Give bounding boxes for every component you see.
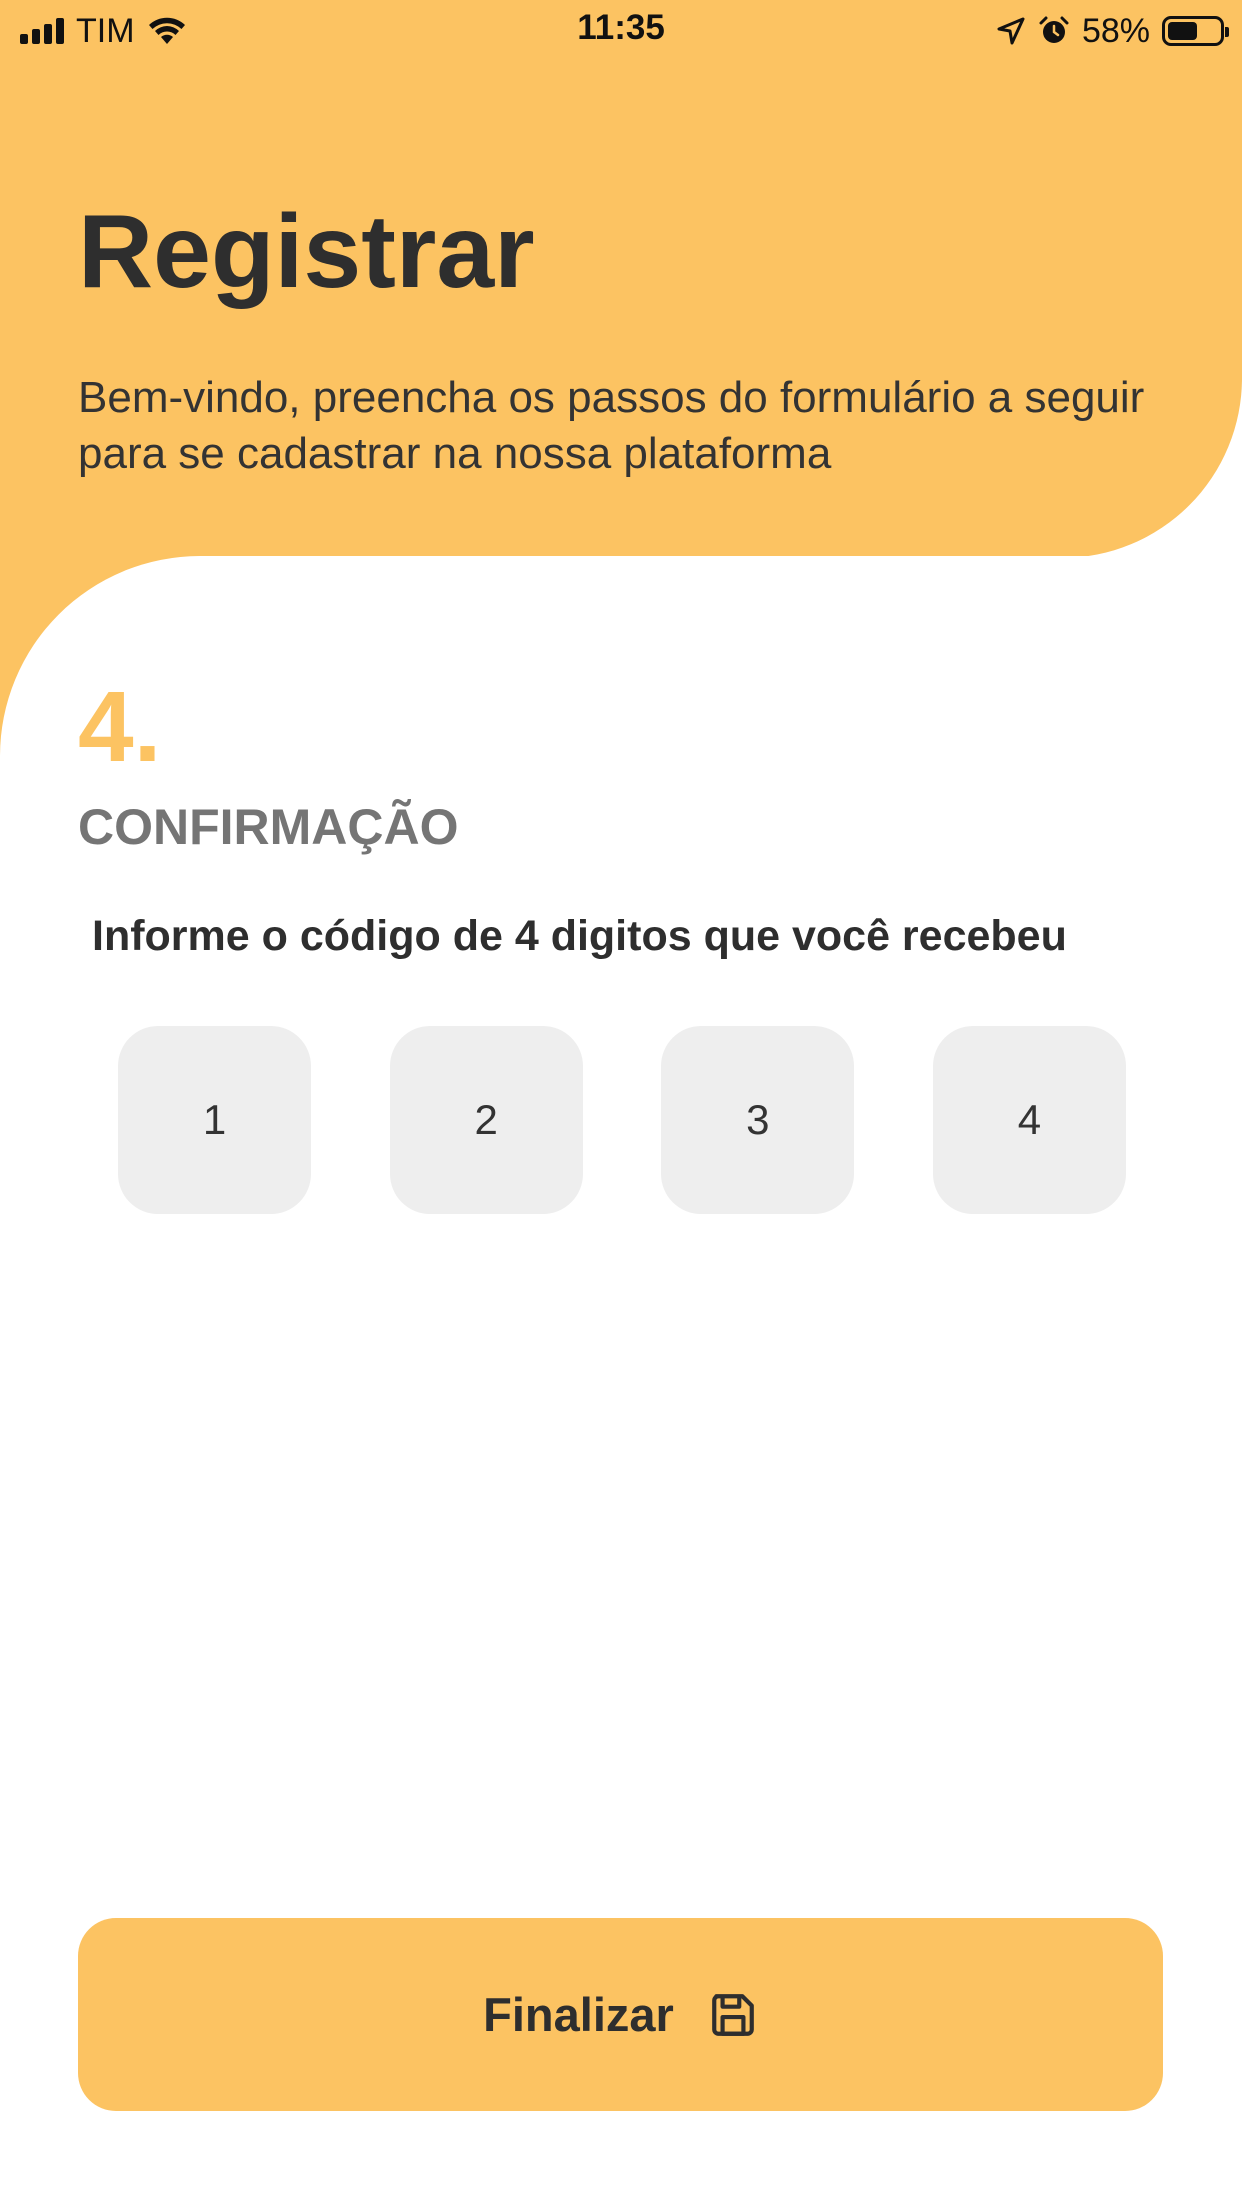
code-digit-1[interactable] [118,1026,311,1214]
page-subtitle: Bem-vindo, preencha os passos do formulá… [78,373,1145,478]
finish-button[interactable]: Finalizar [78,1918,1163,2111]
code-digit-2[interactable] [389,1026,583,1214]
page-title: Registrar [78,194,535,310]
location-arrow-icon [997,17,1025,45]
code-digit-3[interactable] [661,1026,855,1214]
registration-screen: TIM 11:35 58% Registrar Bem-vindo, preen… [0,0,1242,2208]
status-right: 58% [996,10,1229,52]
battery-icon [1162,16,1229,46]
code-digit-4[interactable] [932,1026,1126,1214]
code-input-group [118,1026,1126,1214]
finish-button-label: Finalizar [483,1988,674,2041]
save-icon [711,1993,754,2036]
step-number: 4. [78,671,162,783]
status-bar: TIM 11:35 58% [0,0,1242,62]
code-instruction: Informe o código de 4 digitos que você r… [92,912,1067,960]
step-name: CONFIRMAÇÃO [78,799,459,855]
battery-percentage: 58% [1081,11,1150,50]
alarm-clock-icon [1039,16,1069,43]
